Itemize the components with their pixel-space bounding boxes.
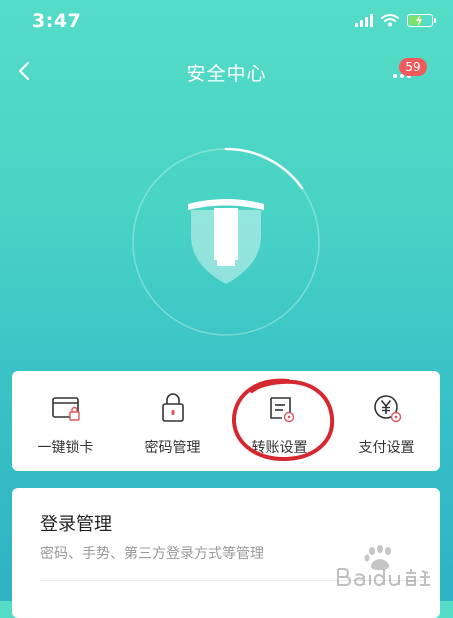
yen-payment-icon — [374, 395, 402, 423]
quick-action-transfer-settings[interactable]: 转账设置 — [226, 371, 333, 471]
nav-bar: 安全中心 59 — [0, 50, 453, 94]
quick-action-label: 一键锁卡 — [37, 440, 94, 456]
cellular-signal-icon — [355, 13, 373, 27]
transfer-settings-icon — [270, 397, 295, 423]
quick-actions-card: 一键锁卡 密码管理 转账设置 支付设置 — [12, 371, 440, 471]
shield-icon — [132, 147, 320, 336]
quick-action-lock-card[interactable]: 一键锁卡 — [12, 371, 119, 471]
quick-action-payment-settings[interactable]: 支付设置 — [333, 371, 440, 471]
status-time: 3:47 — [32, 10, 82, 32]
baidu-jingyan-watermark — [337, 545, 430, 587]
quick-action-label: 转账设置 — [251, 440, 308, 456]
login-management-description: 密码、手势、第三方登录方式等管理 — [40, 546, 264, 562]
battery-icon — [407, 13, 436, 27]
notification-badge: 59 — [399, 58, 427, 76]
quick-action-label: 密码管理 — [144, 440, 201, 456]
status-bar: 3:47 — [0, 0, 453, 44]
card-lock-icon — [52, 397, 80, 421]
page-title: 安全中心 — [186, 63, 267, 85]
quick-action-password-management[interactable]: 密码管理 — [119, 371, 226, 471]
security-shield-graphic — [128, 144, 324, 340]
wifi-icon — [381, 14, 399, 27]
login-management-title: 登录管理 — [40, 514, 112, 535]
status-icons — [355, 13, 436, 27]
more-menu-button[interactable]: 59 — [393, 58, 433, 92]
padlock-icon — [162, 393, 184, 422]
quick-action-label: 支付设置 — [358, 440, 415, 456]
